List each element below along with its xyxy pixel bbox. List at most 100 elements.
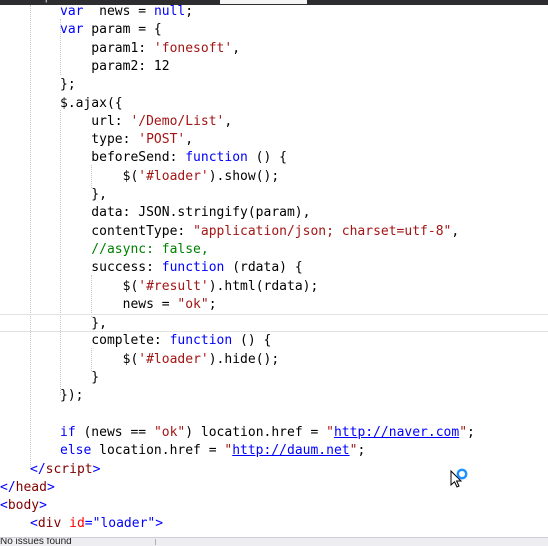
code-line[interactable]: //async: false, — [0, 241, 548, 259]
code-token: }, — [60, 316, 107, 332]
code-line[interactable]: param2: 12 — [0, 58, 548, 76]
code-line[interactable]: contentType: "application/json; charset=… — [0, 223, 548, 241]
code-token: "loader" — [92, 516, 156, 532]
code-token: () { — [247, 150, 287, 166]
document-tab[interactable]: DemoController.cs — [335, 0, 433, 4]
code-line[interactable]: } — [0, 369, 548, 387]
code-token: script — [45, 461, 93, 477]
code-token: ; — [208, 296, 217, 312]
code-line[interactable]: var param = { — [0, 21, 548, 39]
code-line[interactable]: url: '/Demo/List', — [0, 113, 548, 131]
code-token: }; — [60, 77, 76, 93]
code-token: '#loader' — [138, 168, 209, 184]
code-token: > — [46, 479, 55, 495]
code-token: 'fonesoft' — [153, 40, 233, 56]
code-line[interactable]: $.ajax({ — [0, 95, 548, 113]
code-url-link[interactable]: http://daum.net — [232, 443, 349, 458]
code-line[interactable]: else location.href = "http://daum.net"; — [0, 442, 548, 460]
code-token: > — [155, 516, 164, 532]
code-line[interactable]: complete: function () { — [0, 332, 548, 350]
code-token: beforeSend: — [60, 150, 186, 166]
code-token: ; — [357, 443, 366, 459]
code-line[interactable]: $('#result').html(rdata); — [0, 278, 548, 296]
code-token: , — [232, 40, 241, 56]
code-token: news = — [60, 296, 178, 312]
document-tab[interactable]: HomeController.cs — [488, 0, 548, 4]
code-line[interactable]: success: function (rdata) { — [0, 259, 548, 277]
document-tab[interactable]: demoList.html × — [220, 0, 307, 4]
code-token: complete: — [60, 333, 170, 349]
code-token: '/Demo/List' — [130, 113, 225, 129]
document-tab-label: Index.cshtml — [122, 0, 184, 3]
code-token: param1: — [60, 40, 154, 56]
code-token: //async: false, — [60, 241, 209, 257]
code-line[interactable]: }; — [0, 76, 548, 94]
code-token: < — [30, 516, 38, 532]
code-line[interactable]: }, — [0, 314, 548, 333]
code-token: function — [161, 260, 225, 276]
code-token: = — [84, 516, 93, 532]
code-token: "ok" — [177, 296, 209, 312]
code-line[interactable]: <div id="loader"> — [0, 515, 548, 533]
code-token: function — [169, 333, 233, 349]
code-line[interactable]: beforeSend: function () { — [0, 149, 548, 167]
code-token: data: JSON.stringify(param), — [60, 205, 311, 221]
code-token: success: — [60, 260, 162, 276]
code-token: " — [326, 424, 334, 440]
code-line[interactable]: data: JSON.stringify(param), — [0, 204, 548, 222]
code-token: ).hide(); — [208, 351, 280, 367]
code-token: param = { — [83, 22, 162, 38]
code-token: $( — [60, 278, 139, 294]
code-token: , — [224, 113, 233, 129]
code-token: type: — [60, 132, 139, 148]
code-token: ) location.href = — [185, 424, 327, 440]
document-tab-label: DemoController.cs — [339, 0, 429, 3]
close-tab-icon[interactable]: × — [296, 0, 302, 3]
document-tab-label: Bootstrap.html — [4, 0, 75, 3]
code-url-link[interactable]: http://naver.com — [334, 425, 459, 440]
code-token: $( — [60, 168, 139, 184]
code-token: < — [0, 498, 8, 514]
code-token: else — [60, 443, 92, 459]
code-token: $.ajax({ — [60, 95, 123, 111]
document-tab[interactable]: Bootstrap.html — [0, 0, 79, 4]
code-line[interactable] — [0, 406, 548, 424]
code-token: var — [60, 5, 84, 19]
status-separator — [155, 539, 156, 545]
code-token: > — [39, 498, 47, 514]
code-token: news = — [83, 5, 154, 19]
code-token: url: — [60, 113, 131, 129]
code-token: , — [451, 223, 460, 239]
code-token: div — [37, 516, 62, 532]
mouse-pointer-busy-icon — [450, 468, 468, 488]
code-line[interactable]: param1: 'fonesoft', — [0, 40, 548, 58]
document-tab[interactable]: Index.cshtml — [118, 0, 188, 4]
code-token: "ok" — [153, 424, 186, 440]
code-token: </ — [30, 461, 46, 477]
code-token: null — [153, 5, 186, 19]
code-line[interactable]: $('#loader').hide(); — [0, 351, 548, 369]
code-token: ).show(); — [208, 168, 280, 184]
code-line[interactable]: var news = null; — [0, 5, 548, 21]
code-token: head — [15, 479, 47, 495]
code-line[interactable]: }); — [0, 387, 548, 405]
code-line[interactable]: news = "ok"; — [0, 296, 548, 314]
code-editor[interactable]: var news = null; var param = { param1: 'f… — [0, 5, 548, 535]
code-token: ; — [467, 424, 475, 440]
code-token: location.href = — [91, 443, 225, 459]
code-token: "application/json; charset=utf-8" — [193, 223, 452, 239]
code-token: $( — [60, 351, 139, 367]
code-token: function — [185, 150, 248, 166]
code-line[interactable]: type: 'POST', — [0, 131, 548, 149]
code-line[interactable]: $('#loader').show(); — [0, 168, 548, 186]
code-token: > — [92, 461, 101, 477]
document-tab-label: demoList.html — [224, 0, 292, 3]
document-tab-label: HomeController.cs — [492, 0, 548, 3]
code-token: " — [459, 424, 468, 440]
code-line[interactable]: }, — [0, 186, 548, 204]
code-line[interactable]: <body> — [0, 497, 548, 515]
code-token: contentType: — [60, 223, 194, 239]
code-line[interactable]: if (news == "ok") location.href = "http:… — [0, 424, 548, 442]
code-token: </ — [0, 479, 16, 495]
code-token: ).html(rdata); — [208, 278, 319, 294]
